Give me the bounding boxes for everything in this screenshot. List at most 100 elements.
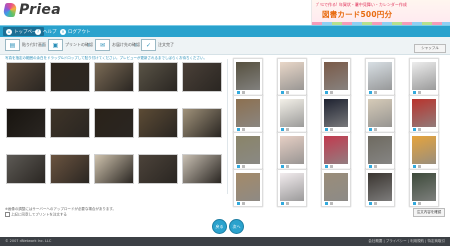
print-tag-icon	[418, 91, 421, 94]
photo-thumbnail[interactable]	[138, 62, 178, 92]
photo-thumbnail[interactable]	[6, 154, 46, 184]
photo-thumbnail[interactable]	[182, 154, 222, 184]
print-image	[280, 136, 304, 164]
print-card[interactable]	[365, 95, 395, 133]
photo-thumbnail[interactable]	[50, 154, 90, 184]
photo-thumbnail[interactable]	[138, 108, 178, 138]
photo-thumbnail[interactable]	[6, 108, 46, 138]
step-done-label: 注文完了	[158, 42, 174, 47]
print-tag-icon	[325, 202, 328, 205]
print-card[interactable]	[409, 95, 439, 133]
print-image	[324, 62, 348, 90]
print-card[interactable]	[277, 169, 307, 207]
step-select-icon: ▤	[5, 39, 20, 51]
print-image	[412, 136, 436, 164]
print-tag-icon	[374, 202, 377, 205]
print-card[interactable]	[321, 132, 351, 170]
print-image	[412, 62, 436, 90]
step-address[interactable]: ✉ お届け先の確認	[95, 39, 140, 51]
print-tag-icon	[286, 202, 289, 205]
print-tag-icon	[237, 202, 240, 205]
print-card[interactable]	[321, 169, 351, 207]
print-image	[368, 99, 392, 127]
banner-line2: 図書カード500円分	[322, 10, 393, 19]
print-tag-icon	[286, 91, 289, 94]
footer-notes: ※画像の調整にはサーバーへのアップロードが必要な場合があります。 上記に同意して…	[5, 207, 116, 218]
print-card[interactable]	[409, 132, 439, 170]
footer-links[interactable]: 会社概要 | プライバシー | 利用規約 | 特定商取引	[368, 239, 445, 244]
logo[interactable]: Priea	[2, 2, 61, 18]
print-tag-icon	[237, 165, 240, 168]
step-confirm-icon: ▣	[48, 39, 63, 51]
step-done[interactable]: ✓ 注文完了	[141, 39, 174, 51]
print-tag-icon	[325, 128, 328, 131]
print-card[interactable]	[321, 58, 351, 96]
logo-mark-icon	[2, 3, 18, 17]
logout-icon: ×	[60, 28, 66, 35]
agree-label: 上記に同意してプリントを注文する	[11, 212, 67, 217]
promo-banner[interactable]: ﾌﾟﾘｴで作る! 年賀状・暑中見舞い・カレンダー作成 図書カード500円分	[311, 0, 450, 25]
print-tag-icon	[413, 202, 416, 205]
back-button[interactable]: 戻る	[212, 219, 227, 234]
print-card[interactable]	[233, 169, 263, 207]
toolbar-logout-label: ログアウト	[68, 29, 91, 35]
copyright-text: © 2007 dNetwork Inc. LLC	[5, 239, 52, 243]
print-card[interactable]	[365, 58, 395, 96]
print-card[interactable]	[277, 132, 307, 170]
print-image	[236, 136, 260, 164]
panel-divider	[227, 59, 228, 194]
toolbar-help[interactable]: ? ヘルプ	[35, 27, 57, 36]
print-card[interactable]	[233, 58, 263, 96]
print-image	[280, 173, 304, 201]
print-tag-icon	[325, 165, 328, 168]
photo-thumbnail[interactable]	[138, 154, 178, 184]
confirm-order-button[interactable]: 注文内容を確認	[413, 208, 445, 217]
agree-checkbox[interactable]	[5, 212, 10, 217]
step-address-icon: ✉	[95, 39, 110, 51]
toolbar-logout[interactable]: × ログアウト	[60, 27, 91, 36]
print-image	[324, 136, 348, 164]
step-bar: ▤ 貼り付け画面 ▣ プリントの確認 ✉ お届け先の確認 ✓ 注文完了	[0, 37, 450, 55]
print-tag-icon	[418, 202, 421, 205]
print-card[interactable]	[365, 169, 395, 207]
photo-thumbnail[interactable]	[182, 108, 222, 138]
next-button[interactable]: 次へ	[229, 219, 244, 234]
print-image	[280, 99, 304, 127]
print-card[interactable]	[321, 95, 351, 133]
print-card[interactable]	[277, 58, 307, 96]
step-arrow-icon	[42, 43, 45, 47]
print-image	[236, 173, 260, 201]
step-select[interactable]: ▤ 貼り付け画面	[5, 39, 46, 51]
agree-row[interactable]: 上記に同意してプリントを注文する	[5, 212, 116, 218]
print-image	[236, 99, 260, 127]
photo-thumbnail[interactable]	[94, 154, 134, 184]
print-tag-icon	[369, 91, 372, 94]
print-tag-icon	[330, 91, 333, 94]
photo-thumbnail[interactable]	[6, 62, 46, 92]
print-tag-icon	[330, 165, 333, 168]
home-icon: ⌂	[6, 28, 12, 35]
print-image	[368, 173, 392, 201]
print-tag-icon	[374, 91, 377, 94]
photo-thumbnail[interactable]	[94, 108, 134, 138]
print-tag-icon	[281, 128, 284, 131]
shuffle-button[interactable]: シャッフル	[414, 44, 446, 53]
print-card[interactable]	[409, 169, 439, 207]
logo-text: Priea	[19, 2, 61, 18]
print-card[interactable]	[409, 58, 439, 96]
print-image	[236, 62, 260, 90]
print-tag-icon	[325, 91, 328, 94]
print-tag-icon	[242, 202, 245, 205]
photo-thumbnail[interactable]	[94, 62, 134, 92]
photo-thumbnail[interactable]	[50, 108, 90, 138]
photo-thumbnail[interactable]	[182, 62, 222, 92]
print-card[interactable]	[365, 132, 395, 170]
print-card[interactable]	[277, 95, 307, 133]
step-done-icon: ✓	[141, 39, 156, 51]
step-confirm[interactable]: ▣ プリントの確認	[48, 39, 93, 51]
print-tag-icon	[286, 128, 289, 131]
print-card[interactable]	[233, 95, 263, 133]
photo-thumbnail[interactable]	[50, 62, 90, 92]
main-toolbar: ⌂ トップページ ? ヘルプ × ログアウト	[0, 25, 450, 37]
print-card[interactable]	[233, 132, 263, 170]
